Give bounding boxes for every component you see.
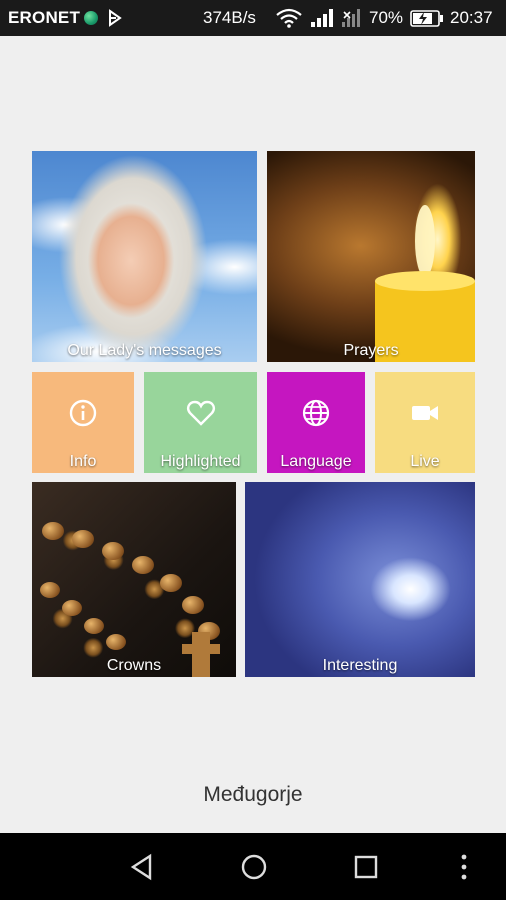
tile-info[interactable]: Info (32, 372, 134, 473)
tile-label: Live (410, 453, 440, 470)
crucifix-image (182, 644, 220, 654)
signal-icon (311, 9, 333, 27)
rosary-bead (132, 556, 154, 574)
battery-percent: 70% (369, 8, 404, 27)
rosary-bead (72, 530, 94, 548)
rosary-bead (84, 618, 104, 634)
rosary-bead (40, 582, 60, 598)
wifi-icon (276, 8, 302, 28)
globe-icon (302, 399, 330, 427)
info-icon (69, 399, 97, 427)
heart-icon (186, 400, 215, 426)
tile-language[interactable]: Language (267, 372, 365, 473)
back-icon[interactable] (128, 853, 156, 881)
home-icon[interactable] (240, 853, 268, 881)
tile-crowns[interactable]: Crowns (32, 482, 236, 677)
tile-interesting[interactable]: Interesting (245, 482, 475, 677)
tile-live[interactable]: Live (375, 372, 475, 473)
network-speed: 374B/s (203, 8, 256, 27)
app-name: Međugorje (203, 783, 303, 806)
battery-charging-icon (410, 10, 443, 27)
video-camera-icon (412, 406, 438, 420)
rosary-bead (42, 522, 64, 540)
carrier-name: ERONET (8, 8, 81, 27)
tile-label: Prayers (343, 342, 399, 359)
recents-icon[interactable] (352, 853, 380, 881)
play-store-icon (109, 9, 122, 27)
navigation-bar (0, 833, 506, 900)
rosary-bead (102, 542, 124, 560)
tile-label: Info (69, 453, 97, 470)
rosary-bead (62, 600, 82, 616)
rosary-bead (182, 596, 204, 614)
tile-highlighted[interactable]: Highlighted (144, 372, 257, 473)
tile-label: Interesting (322, 657, 398, 674)
tile-label: Our Lady's messages (67, 342, 222, 359)
candle-image (375, 205, 475, 362)
tile-label: Language (280, 453, 352, 470)
status-bar: ERONET 374B/s 70% 20:37 (0, 0, 506, 36)
menu-icon[interactable] (450, 853, 478, 881)
rosary-bead (160, 574, 182, 592)
clock: 20:37 (450, 8, 493, 27)
rosary-bead (106, 634, 126, 650)
tile-label: Crowns (106, 657, 162, 674)
tile-label: Highlighted (160, 453, 241, 470)
globe-icon (84, 11, 98, 25)
no-signal-icon (342, 9, 360, 27)
tile-our-ladys-messages[interactable]: Our Lady's messages (32, 151, 257, 362)
tile-prayers[interactable]: Prayers (267, 151, 475, 362)
